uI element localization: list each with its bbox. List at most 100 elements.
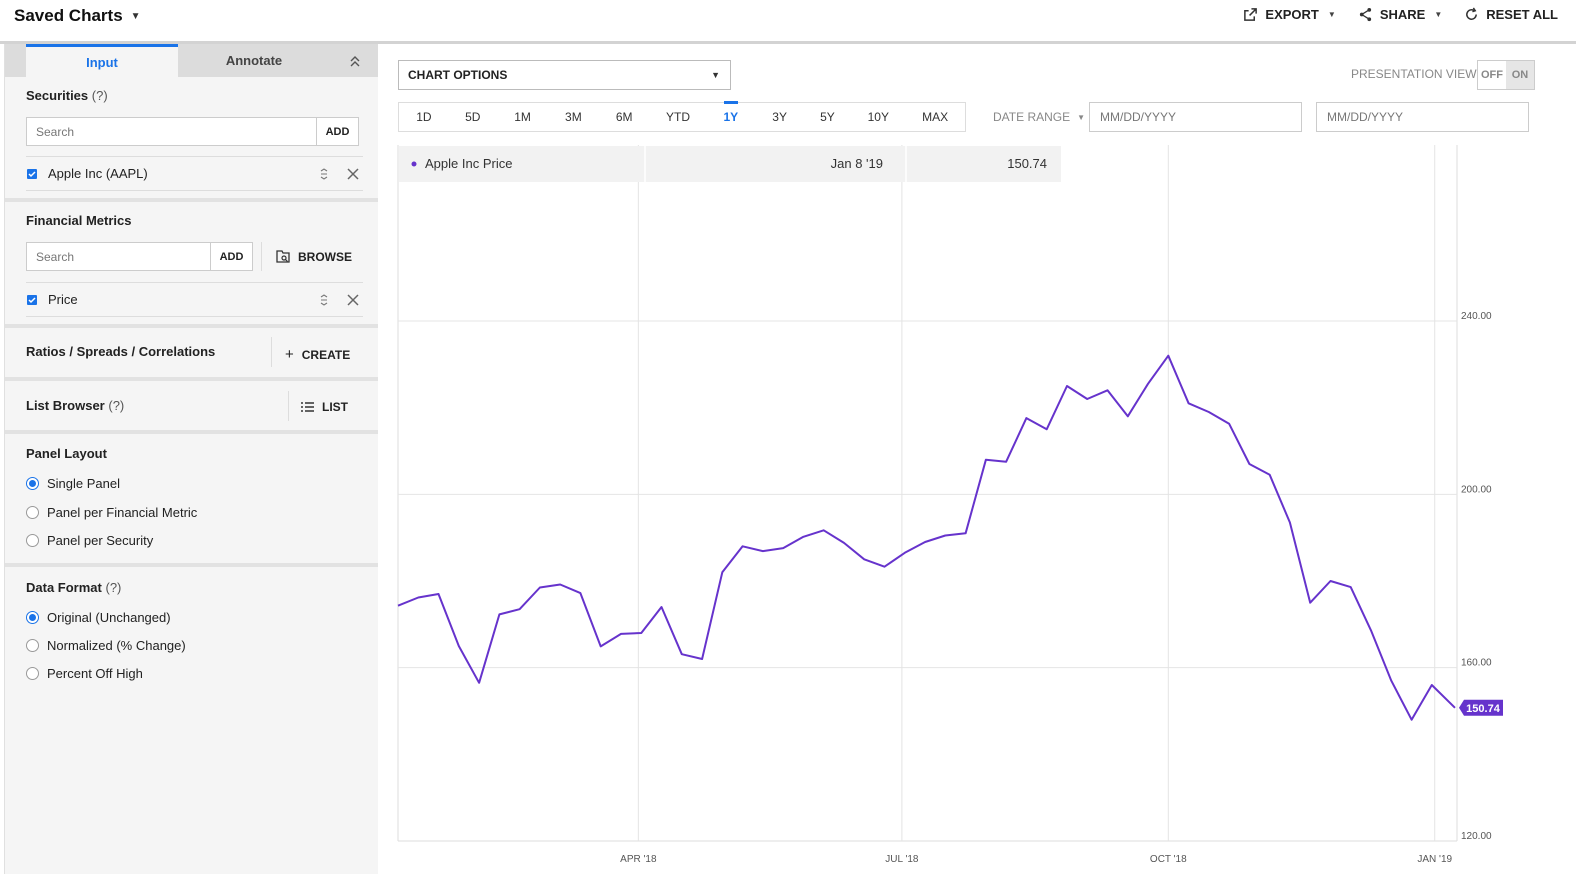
metric-item: Price xyxy=(26,282,363,317)
export-button[interactable]: EXPORT ▼ xyxy=(1243,7,1336,22)
browse-icon xyxy=(276,250,290,263)
separator xyxy=(261,242,262,271)
range-10y[interactable]: 10Y xyxy=(851,102,905,132)
section-divider xyxy=(5,377,379,381)
range-3m[interactable]: 3M xyxy=(548,102,598,132)
y-tick-label: 160.00 xyxy=(1461,658,1492,669)
tab-input[interactable]: Input xyxy=(26,44,178,77)
range-3y[interactable]: 3Y xyxy=(756,102,804,132)
y-tick-label: 120.00 xyxy=(1461,831,1492,842)
toggle-off[interactable]: OFF xyxy=(1478,61,1506,89)
security-checkbox[interactable] xyxy=(27,168,37,179)
range-1y[interactable]: 1Y xyxy=(706,101,756,132)
securities-help[interactable]: (?) xyxy=(92,88,108,103)
radio-button[interactable] xyxy=(26,667,39,680)
toggle-on[interactable]: ON xyxy=(1506,61,1534,89)
section-divider xyxy=(5,324,379,328)
tab-annotate[interactable]: Annotate xyxy=(178,44,330,77)
price-chart: 120.00 160.00 200.00 240.00 APR '18 JUL '18 OC… xyxy=(378,44,1576,874)
top-actions: EXPORT ▼ SHARE ▼ RESET ALL xyxy=(1243,7,1558,22)
securities-add-button[interactable]: ADD xyxy=(316,117,359,146)
security-item: Apple Inc (AAPL) xyxy=(26,156,363,191)
chart-svg: 120.00 160.00 200.00 240.00 APR '18 JUL '18 OC… xyxy=(397,145,1503,865)
list-browser-title: List Browser xyxy=(26,398,105,413)
chevron-down-icon: ▼ xyxy=(130,10,141,22)
range-5d[interactable]: 5D xyxy=(449,102,497,132)
list-button[interactable]: LIST xyxy=(301,400,348,414)
top-bar: Saved Charts ▼ EXPORT ▼ SHARE ▼ RESET AL… xyxy=(0,0,1576,44)
saved-charts-dropdown[interactable]: Saved Charts ▼ xyxy=(14,6,141,26)
range-1d[interactable]: 1D xyxy=(399,102,449,132)
range-ytd[interactable]: YTD xyxy=(650,102,706,132)
browse-button[interactable]: BROWSE xyxy=(276,250,352,264)
radio-button[interactable] xyxy=(26,506,39,519)
reset-icon xyxy=(1466,7,1478,20)
radio-normalized[interactable]: Normalized (% Change) xyxy=(26,638,186,653)
presentation-view-label: PRESENTATION VIEW xyxy=(1351,67,1477,81)
radio-button[interactable] xyxy=(26,534,39,547)
data-format-help[interactable]: (?) xyxy=(105,580,121,595)
section-divider xyxy=(5,198,379,202)
securities-heading: Securities (?) xyxy=(26,88,108,103)
panel-layout-title: Panel Layout xyxy=(26,446,107,461)
range-5y[interactable]: 5Y xyxy=(804,102,852,132)
radio-label: Original (Unchanged) xyxy=(47,610,171,625)
radio-single-panel[interactable]: Single Panel xyxy=(26,476,120,491)
security-item-actions xyxy=(319,167,359,180)
radio-button[interactable] xyxy=(26,611,39,624)
chart-options-dropdown[interactable]: CHART OPTIONS ▼ xyxy=(398,60,731,90)
create-label: CREATE xyxy=(301,347,351,362)
securities-title: Securities xyxy=(26,88,89,103)
securities-search-input[interactable] xyxy=(27,118,316,145)
create-button[interactable]: + CREATE xyxy=(285,346,350,363)
range-max[interactable]: MAX xyxy=(905,102,965,132)
collapse-button[interactable] xyxy=(330,44,379,77)
last-value-flag xyxy=(1459,699,1503,716)
reorder-icon[interactable] xyxy=(319,167,329,180)
plus-icon: + xyxy=(285,346,294,363)
browse-label: BROWSE xyxy=(298,250,352,264)
radio-panel-per-security[interactable]: Panel per Security xyxy=(26,533,153,548)
x-tick-label: OCT '18 xyxy=(1150,854,1187,865)
end-date-field xyxy=(1316,102,1529,132)
range-6m[interactable]: 6M xyxy=(598,102,650,132)
chevron-double-up-icon xyxy=(350,55,359,66)
chevron-down-icon: ▼ xyxy=(1434,10,1443,19)
radio-label: Percent Off High xyxy=(47,666,143,681)
date-range-dropdown[interactable]: DATE RANGE ▼ xyxy=(993,110,1085,124)
start-date-field xyxy=(1089,102,1302,132)
share-icon xyxy=(1359,7,1371,22)
share-button[interactable]: SHARE ▼ xyxy=(1358,7,1442,22)
metrics-search-input[interactable] xyxy=(27,243,210,270)
close-icon[interactable] xyxy=(347,167,359,180)
radio-button[interactable] xyxy=(26,639,39,652)
section-divider xyxy=(5,430,379,434)
radio-button[interactable] xyxy=(26,477,39,490)
tooltip-series-name: Apple Inc Price xyxy=(425,156,512,171)
last-value-label: 150.74 xyxy=(1466,703,1501,715)
list-icon xyxy=(301,402,314,412)
metrics-add-button[interactable]: ADD xyxy=(210,242,253,271)
radio-panel-per-metric[interactable]: Panel per Financial Metric xyxy=(26,505,197,520)
list-browser-help[interactable]: (?) xyxy=(108,398,124,413)
chevron-down-icon: ▼ xyxy=(1077,112,1086,122)
start-date-input[interactable] xyxy=(1090,103,1301,131)
metric-checkbox[interactable] xyxy=(27,294,37,305)
radio-label: Panel per Financial Metric xyxy=(47,505,198,520)
financial-metrics-title: Financial Metrics xyxy=(26,213,132,228)
share-label: SHARE xyxy=(1379,7,1426,22)
close-icon[interactable] xyxy=(347,293,359,306)
range-1m[interactable]: 1M xyxy=(497,102,549,132)
radio-original[interactable]: Original (Unchanged) xyxy=(26,610,171,625)
presentation-view-toggle[interactable]: OFF ON xyxy=(1477,60,1535,90)
radio-label: Panel per Security xyxy=(47,533,154,548)
end-date-input[interactable] xyxy=(1317,103,1528,131)
page-title: Saved Charts xyxy=(14,6,123,25)
radio-percent-off-high[interactable]: Percent Off High xyxy=(26,666,143,681)
reorder-icon[interactable] xyxy=(319,293,329,306)
separator xyxy=(271,337,272,367)
reset-all-button[interactable]: RESET ALL xyxy=(1464,7,1558,22)
list-browser-heading: List Browser (?) xyxy=(26,398,124,413)
metrics-search xyxy=(26,242,211,271)
tooltip-date: Jan 8 '19 xyxy=(831,156,883,171)
